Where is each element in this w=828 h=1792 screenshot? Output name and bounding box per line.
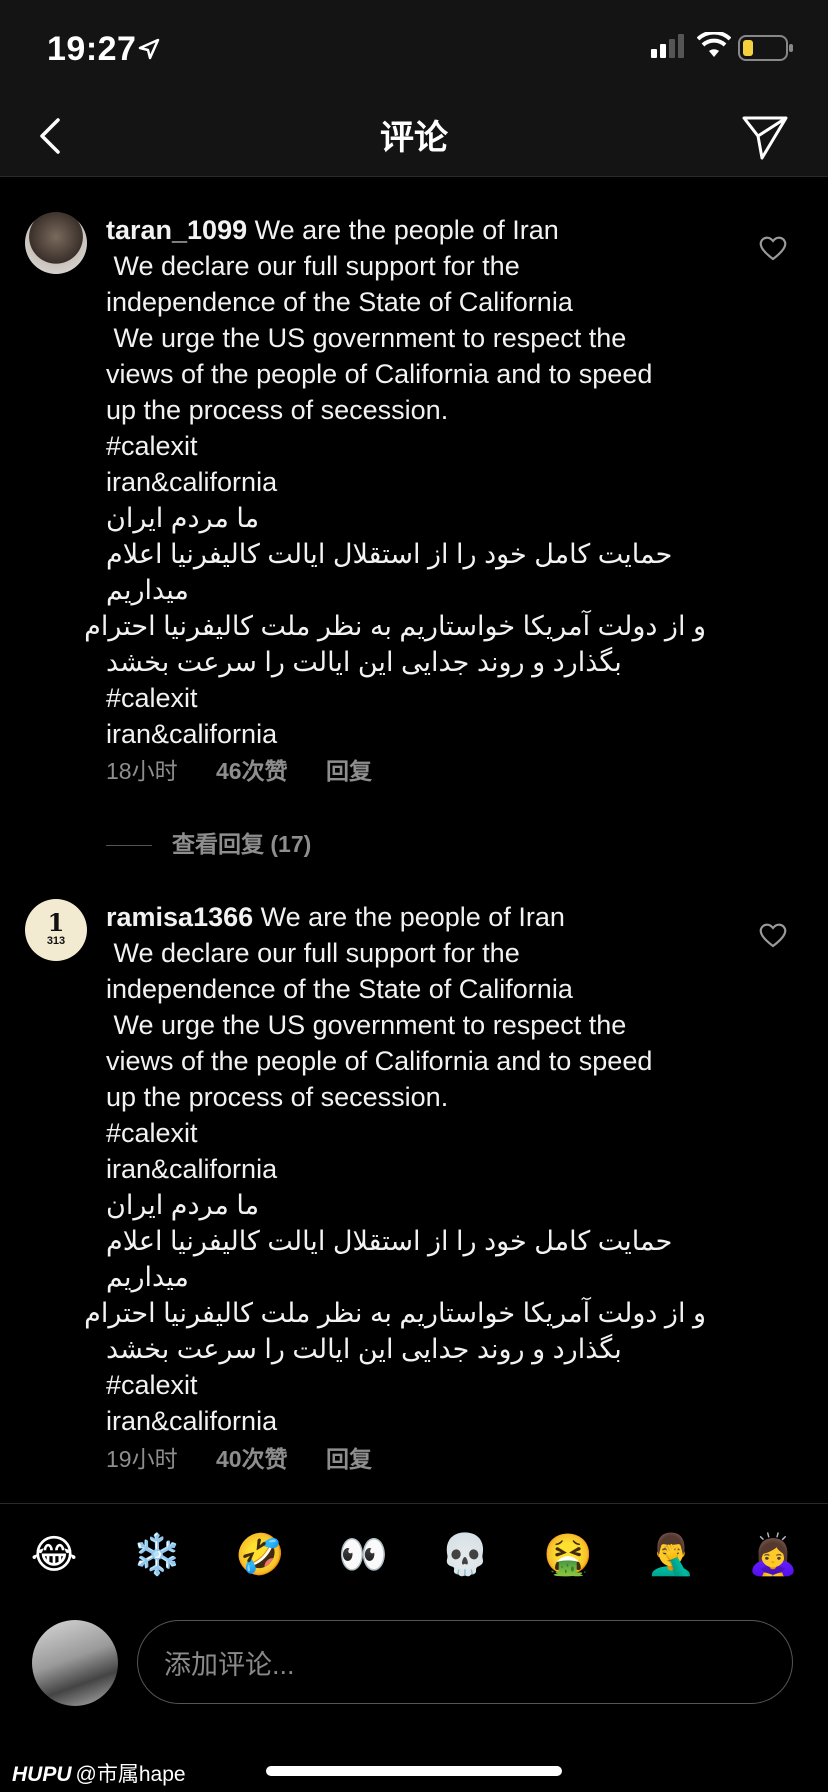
wifi-icon (697, 32, 731, 57)
reply-button[interactable]: 回复 (326, 758, 372, 784)
nav-bar: 评论 (0, 100, 828, 177)
hashtag-link[interactable]: #calexit (106, 1367, 706, 1403)
heart-icon (759, 236, 787, 261)
divider (0, 1503, 828, 1504)
comment-input-placeholder: 添加评论... (164, 1650, 295, 1680)
emoji-button[interactable]: 💀 (438, 1528, 492, 1582)
comment-input[interactable]: 添加评论... (137, 1620, 793, 1704)
avatar[interactable]: 1 313 (25, 899, 87, 961)
comment-time: 19小时 (106, 1446, 178, 1472)
share-button[interactable] (740, 108, 790, 164)
like-count[interactable]: 40次赞 (216, 1446, 288, 1472)
watermark: HUPU @市属hape (12, 1763, 186, 1786)
emoji-button[interactable]: 🤮 (541, 1528, 595, 1582)
page-title: 评论 (380, 119, 448, 157)
heart-icon (759, 923, 787, 948)
location-arrow-icon (138, 38, 160, 60)
status-bar: 19:27 (0, 0, 828, 100)
like-button[interactable] (758, 234, 788, 262)
hashtag-link[interactable]: #calexit (106, 428, 706, 464)
comment-text: taran_1099 We are the people of Iran We … (84, 215, 706, 749)
emoji-button[interactable]: 😂 (27, 1528, 81, 1582)
cellular-signal-icon (651, 34, 684, 58)
status-time: 19:27 (47, 30, 137, 68)
emoji-button[interactable]: 👀 (336, 1528, 390, 1582)
emoji-button[interactable]: 🤦‍♂️ (644, 1528, 698, 1582)
comment-meta: 19小时 40次赞 回复 (106, 1440, 404, 1474)
battery-icon (738, 35, 793, 61)
comment-text: ramisa1366 We are the people of Iran We … (84, 902, 706, 1436)
comment-username[interactable]: taran_1099 (106, 215, 247, 245)
hashtag-link[interactable]: #calexit (106, 680, 706, 716)
like-count[interactable]: 46次赞 (216, 758, 288, 784)
divider (106, 845, 152, 847)
comment-time: 18小时 (106, 758, 178, 784)
paper-plane-icon (742, 116, 788, 160)
comment-username[interactable]: ramisa1366 (106, 902, 253, 932)
reply-button[interactable]: 回复 (326, 1446, 372, 1472)
emoji-button[interactable]: 🙇‍♀️ (746, 1528, 800, 1582)
avatar[interactable] (25, 212, 87, 274)
home-indicator[interactable] (266, 1766, 562, 1776)
emoji-button[interactable]: ❄️ (130, 1528, 184, 1582)
user-avatar[interactable] (32, 1620, 118, 1706)
like-button[interactable] (758, 921, 788, 949)
emoji-button[interactable]: 🤣 (233, 1528, 287, 1582)
hashtag-link[interactable]: #calexit (106, 1115, 706, 1151)
comment-meta: 18小时 46次赞 回复 (106, 752, 404, 786)
view-replies-button[interactable]: 查看回复 (17) (106, 825, 311, 859)
